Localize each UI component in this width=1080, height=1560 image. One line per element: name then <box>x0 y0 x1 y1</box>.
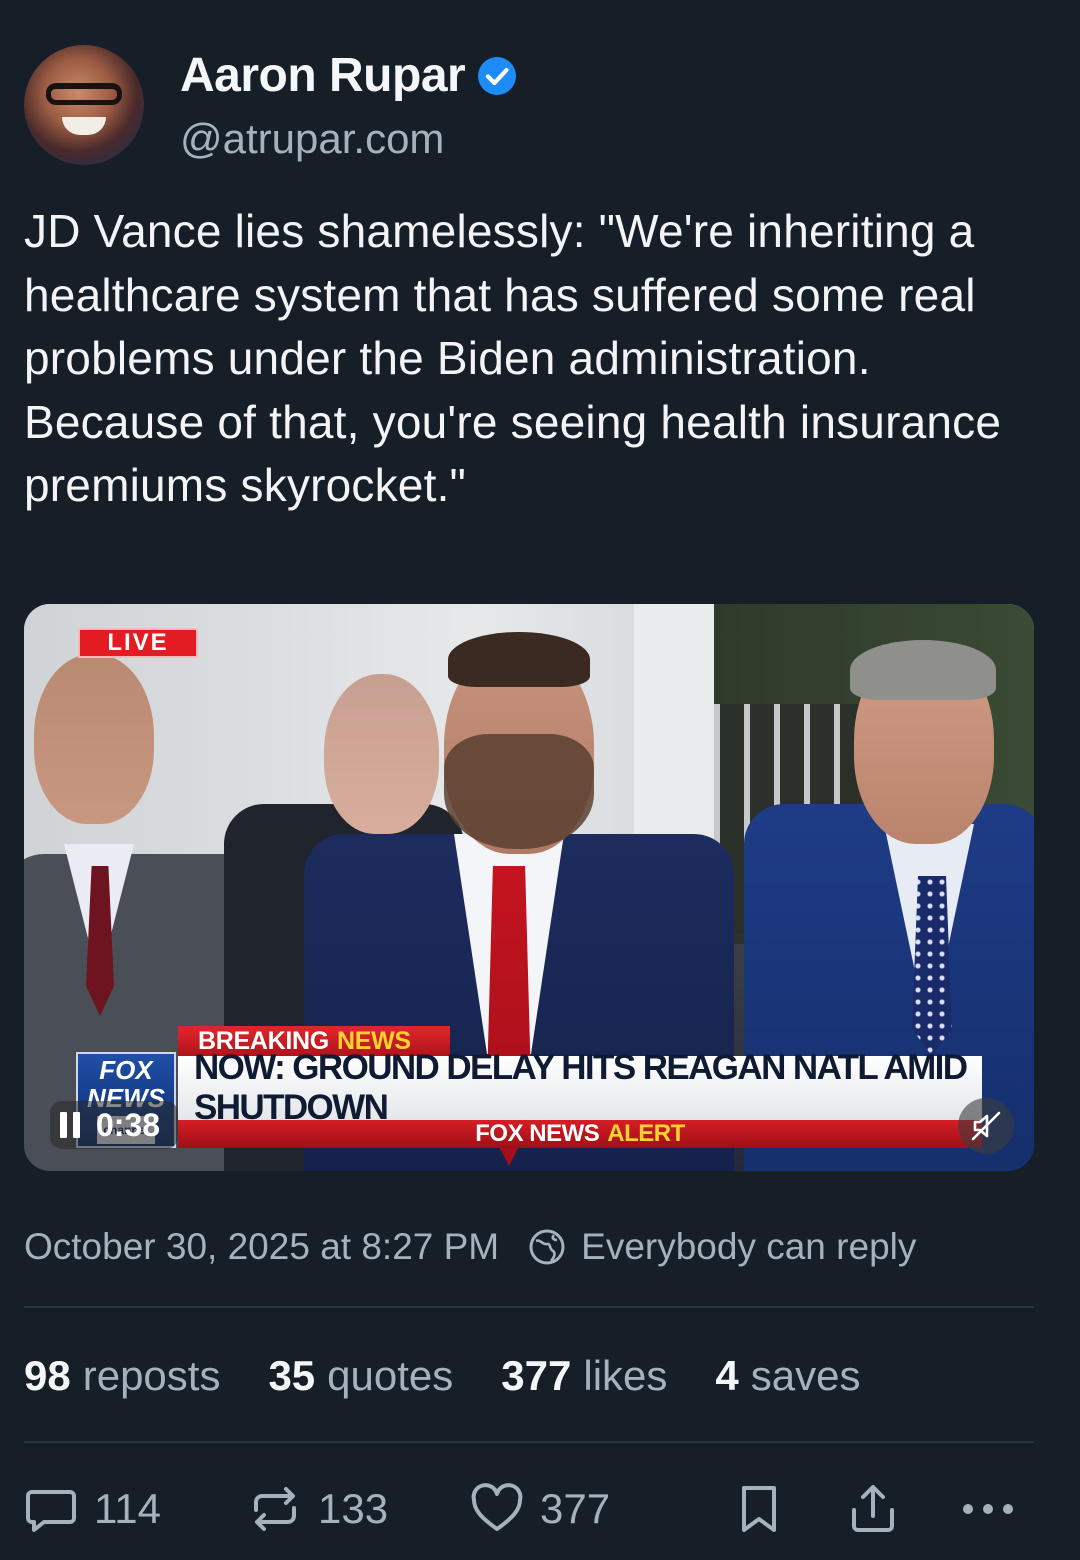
post-meta: October 30, 2025 at 8:27 PM Everybody ca… <box>24 1226 916 1268</box>
reposts-stat[interactable]: 98 reposts <box>24 1352 220 1400</box>
reposts-count: 98 <box>24 1352 71 1399</box>
pause-icon <box>60 1112 80 1138</box>
globe-icon <box>529 1229 565 1265</box>
bookmark-icon <box>742 1486 776 1532</box>
play-pause-control[interactable]: 0:38 <box>50 1101 179 1149</box>
live-badge: LIVE <box>78 628 198 658</box>
like-button[interactable]: 377 <box>470 1482 610 1536</box>
avatar-smile <box>62 117 106 135</box>
avatar-glasses <box>46 83 122 105</box>
post: Aaron Rupar @atrupar.com JD Vance lies s… <box>24 0 1034 1560</box>
video-time: 0:38 <box>96 1106 161 1143</box>
share-button[interactable] <box>846 1482 916 1536</box>
mute-button[interactable] <box>958 1098 1014 1154</box>
likes-count: 377 <box>501 1352 572 1399</box>
alert-word: ALERT <box>607 1120 685 1147</box>
more-icon <box>963 1504 1013 1514</box>
verified-badge-icon <box>478 56 517 95</box>
action-bar: 114 133 377 <box>24 1482 1034 1546</box>
post-text: JD Vance lies shamelessly: "We're inheri… <box>24 205 1002 511</box>
divider-bottom <box>24 1441 1034 1443</box>
reply-setting[interactable]: Everybody can reply <box>581 1226 916 1268</box>
reposts-label: reposts <box>82 1352 221 1399</box>
reply-button[interactable]: 114 <box>24 1482 161 1536</box>
likes-label: likes <box>583 1352 668 1399</box>
quotes-stat[interactable]: 35 quotes <box>268 1352 453 1400</box>
repost-count: 133 <box>318 1485 389 1532</box>
quotes-label: quotes <box>327 1352 454 1399</box>
saves-stat[interactable]: 4 saves <box>715 1352 860 1400</box>
alert-fox-label: FOX NEWS <box>475 1120 600 1147</box>
repost-icon <box>254 1487 296 1531</box>
post-timestamp[interactable]: October 30, 2025 at 8:27 PM <box>24 1226 499 1268</box>
engagement-stats: 98 reposts 35 quotes 377 likes 4 saves <box>24 1352 908 1400</box>
video-player[interactable]: LIVE BREAKING NEWS NOW: GROUND DELAY HIT… <box>24 604 1034 1171</box>
share-icon <box>852 1485 894 1532</box>
avatar[interactable] <box>24 45 144 165</box>
author-row: Aaron Rupar <box>180 48 517 103</box>
repost-button[interactable]: 133 <box>248 1482 388 1536</box>
divider-top <box>24 1306 1034 1308</box>
like-count: 377 <box>540 1485 611 1532</box>
headline-chyron: NOW: GROUND DELAY HITS REAGAN NATL AMID … <box>178 1048 982 1127</box>
heart-icon <box>471 1483 523 1531</box>
author-handle[interactable]: @atrupar.com <box>180 115 444 163</box>
reply-count: 114 <box>94 1485 161 1532</box>
fox-news-alert-bar: FOX NEWS ALERT <box>178 1120 982 1148</box>
saves-label: saves <box>750 1352 861 1399</box>
logo-line-1: FOX <box>99 1055 153 1085</box>
save-button[interactable] <box>732 1482 802 1536</box>
muted-speaker-icon <box>971 1111 1001 1141</box>
reply-icon <box>26 1490 76 1532</box>
quotes-count: 35 <box>268 1352 316 1399</box>
more-options-button[interactable] <box>958 1482 1034 1536</box>
likes-stat[interactable]: 377 likes <box>501 1352 667 1400</box>
saves-count: 4 <box>715 1352 739 1399</box>
author-name[interactable]: Aaron Rupar <box>180 48 466 103</box>
